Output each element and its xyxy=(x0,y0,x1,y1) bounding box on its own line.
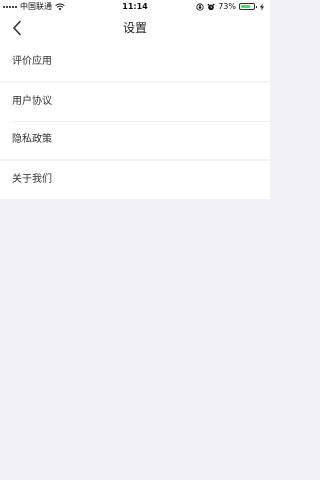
menu-item-rate-app[interactable]: 评价应用 xyxy=(0,43,270,81)
status-bar: 中国联通 11:14 73% xyxy=(0,0,270,13)
menu-item-user-agreement[interactable]: 用户协议 xyxy=(0,83,270,121)
menu-item-privacy-policy[interactable]: 隐私政策 xyxy=(0,121,270,159)
settings-group-about: 关于我们 xyxy=(0,161,270,199)
status-right: 73% xyxy=(196,0,266,13)
wifi-icon xyxy=(55,3,65,10)
orientation-lock-icon xyxy=(196,2,204,11)
alarm-icon xyxy=(207,3,215,10)
settings-group-legal: 用户协议 隐私政策 xyxy=(0,83,270,159)
menu-item-about-us[interactable]: 关于我们 xyxy=(0,161,270,199)
charging-bolt-icon xyxy=(260,2,264,11)
page-title: 设置 xyxy=(122,21,147,35)
battery-percent: 73% xyxy=(218,2,236,11)
signal-icon xyxy=(3,5,17,8)
status-left: 中国联通 xyxy=(3,0,65,13)
battery-fill xyxy=(241,5,250,8)
carrier-label: 中国联通 xyxy=(20,2,52,11)
battery-icon xyxy=(239,3,257,10)
nav-bar: 设置 xyxy=(0,13,270,43)
settings-group-rate: 评价应用 xyxy=(0,43,270,81)
